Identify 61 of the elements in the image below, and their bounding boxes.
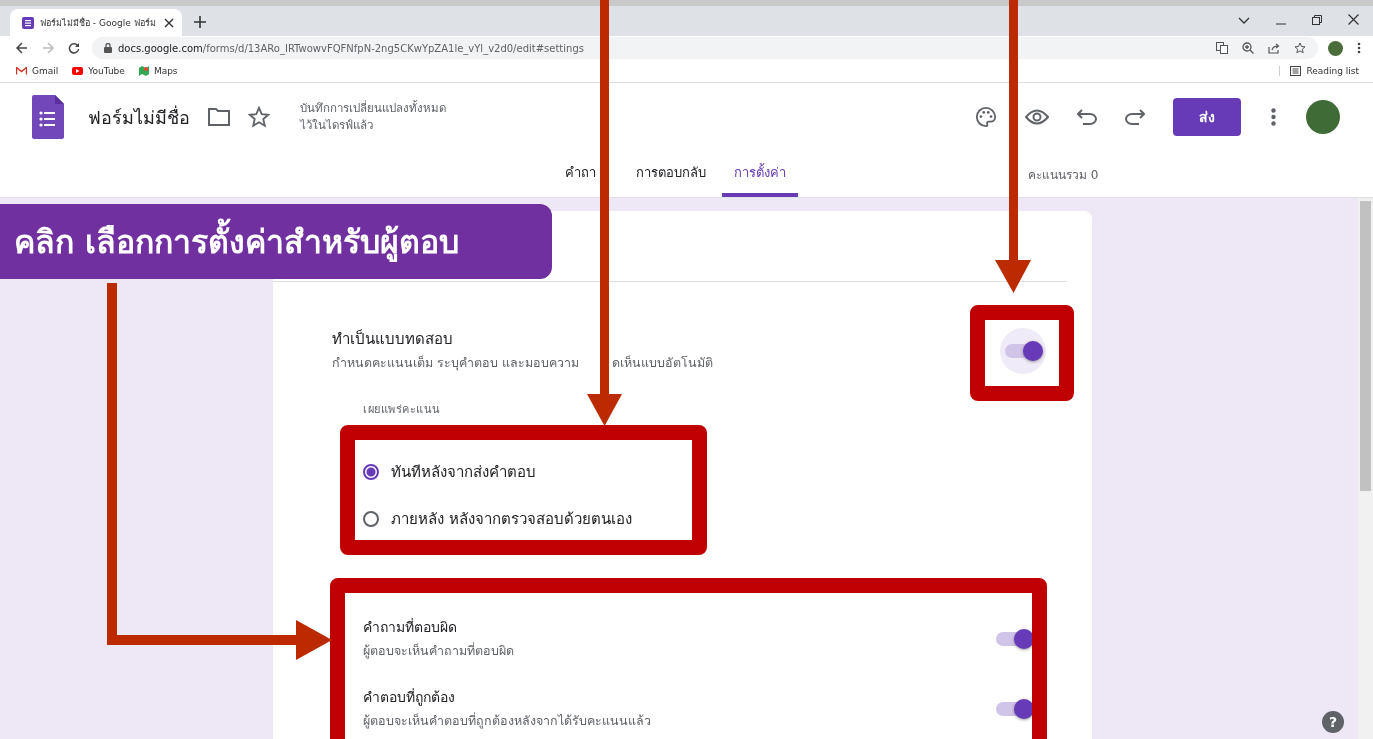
radio-button[interactable] (363, 464, 379, 480)
bookmark[interactable]: Gmail (16, 66, 59, 76)
more-icon[interactable] (1271, 108, 1276, 126)
setting-description: ผู้ตอบจะเห็นคำถามที่ตอบผิด (363, 641, 514, 661)
radio-label: ภายหลัง หลังจากตรวจสอบด้วยตนเอง (391, 509, 632, 530)
form-icon (22, 16, 34, 29)
close-icon[interactable] (164, 17, 174, 28)
save-status: ไว้ในไดรฟ์แล้ว (300, 117, 374, 134)
back-icon[interactable] (16, 42, 28, 54)
bookmark[interactable]: Maps (138, 66, 178, 76)
new-tab-icon[interactable] (194, 16, 206, 28)
star-icon[interactable] (1294, 42, 1306, 54)
form-tab[interactable]: คำถา (553, 151, 598, 197)
section-label: เผยแพร่คะแนน (363, 402, 442, 418)
callout-label: คลิก เลือกการตั้งค่าสำหรับผู้ตอบ (0, 204, 552, 279)
total-points: คะแนนรวม 0 (1028, 166, 1099, 184)
restore-icon[interactable] (1312, 15, 1322, 25)
close-icon[interactable] (1348, 14, 1359, 25)
star-icon[interactable] (248, 106, 270, 128)
chevron-down-icon[interactable] (1238, 17, 1250, 25)
save-status: บันทึกการเปลี่ยนแปลงทั้งหมด (300, 100, 446, 117)
mail-icon (16, 67, 27, 75)
toggle-switch[interactable] (996, 702, 1032, 716)
setting-title: คำถามที่ตอบผิด (363, 617, 458, 637)
help-button[interactable]: ? (1322, 711, 1344, 733)
map-icon (138, 66, 149, 76)
address-bar[interactable]: docs.google.com/forms/d/13ARo_IRTwowvFQFNfpN-2ng5CKwYpZA1le_vYl_v2d0/edit#settings (92, 37, 1318, 59)
translate-icon[interactable] (1216, 42, 1228, 54)
zoom-icon[interactable] (1242, 42, 1254, 54)
url-text: docs.google.com/forms/d/13ARo_IRTwowvFQFNfpN-2ng5CKwYpZA1le_vYl_v2d0/edit#settings (118, 42, 584, 54)
radio-button[interactable] (363, 511, 379, 527)
redo-icon[interactable] (1125, 109, 1145, 125)
setting-description: ดเห็นแบบอัตโนมัติ (612, 354, 713, 372)
bookmark[interactable]: YouTube (72, 66, 125, 76)
undo-icon[interactable] (1077, 109, 1097, 125)
form-icon[interactable] (32, 95, 64, 139)
setting-description: ผู้ตอบจะเห็นคำตอบที่ถูกต้องหลังจากได้รับคะแนนแล้ว (363, 711, 651, 731)
tab-title: ฟอร์มไม่มีชื่อ - Google ฟอร์ม (40, 16, 157, 30)
scrollbar-thumb[interactable] (1360, 201, 1371, 491)
lock-icon (104, 43, 112, 53)
share-icon[interactable] (1268, 42, 1280, 54)
toggle-switch[interactable] (1005, 344, 1041, 358)
eye-icon[interactable] (1025, 109, 1049, 125)
toggle-switch[interactable] (996, 632, 1032, 646)
menu-icon[interactable] (1357, 42, 1361, 54)
setting-title: ทำเป็นแบบทดสอบ (332, 328, 454, 350)
form-title[interactable]: ฟอร์มไม่มีชื่อ (88, 102, 190, 132)
list-icon (1290, 66, 1302, 76)
radio-label: ทันทีหลังจากส่งคำตอบ (391, 462, 536, 483)
setting-title: คำตอบที่ถูกต้อง (363, 687, 456, 708)
reading-list[interactable]: Reading list (1279, 66, 1359, 76)
form-tab[interactable]: การตอบกลับ (624, 151, 718, 197)
palette-icon[interactable] (975, 106, 997, 128)
play-icon (72, 67, 84, 75)
folder-icon[interactable] (208, 108, 230, 126)
avatar[interactable] (1306, 100, 1340, 134)
avatar[interactable] (1328, 40, 1343, 56)
send-button[interactable]: ส่ง (1173, 98, 1241, 136)
browser-tab[interactable]: ฟอร์มไม่มีชื่อ - Google ฟอร์ม (10, 9, 182, 36)
setting-description: กำหนดคะแนนเต็ม ระบุคำตอบ และมอบความ (332, 354, 580, 373)
reload-icon[interactable] (68, 42, 80, 54)
